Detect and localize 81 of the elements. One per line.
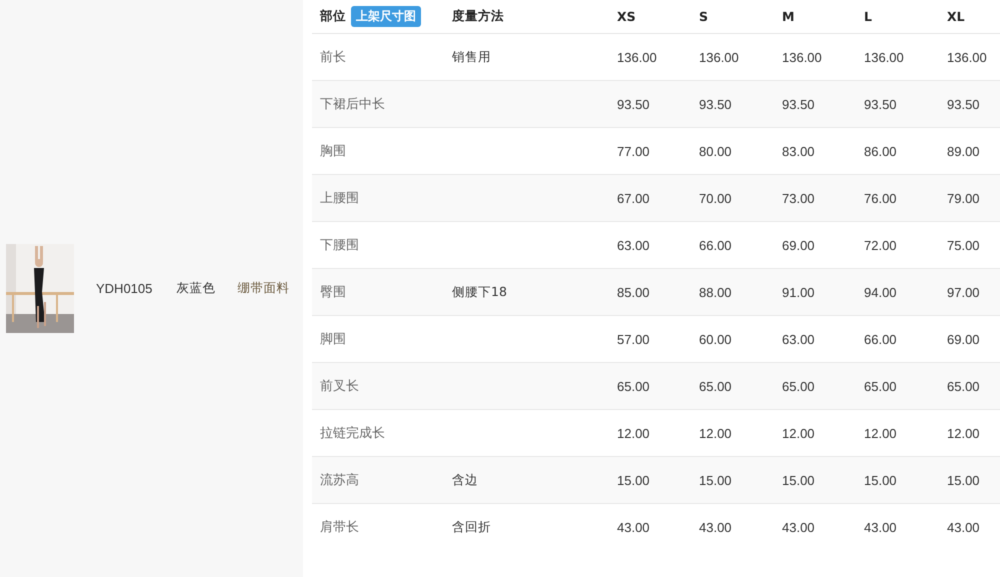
table-cell: 12.00 (864, 426, 897, 440)
table-cell: 136.00 (782, 50, 822, 64)
table-cell: 43.00 (864, 520, 897, 534)
table-cell: 136.00 (864, 50, 904, 64)
table-cell: 93.50 (947, 96, 980, 112)
table-cell: 12.00 (947, 426, 980, 440)
table-cell: 69.00 (947, 332, 980, 346)
product-code: YDH0105 (96, 281, 152, 296)
table-cell-text: 上腰围 (320, 190, 359, 207)
table-cell: 80.00 (699, 144, 732, 158)
table-cell: 12.00 (699, 426, 732, 440)
table-cell: 73.00 (782, 190, 815, 206)
table-cell: 65.00 (864, 378, 897, 394)
table-cell: 94.00 (864, 284, 897, 300)
table-cell: 43.00 (782, 520, 815, 534)
table-cell-text: 肩带长 (320, 519, 359, 536)
table-cell: 69.00 (782, 238, 815, 252)
table-cell: 15.00 (864, 472, 897, 488)
table-cell: 70.00 (699, 190, 732, 206)
table-cell-text: 拉链完成长 (320, 425, 385, 442)
table-cell: 93.50 (617, 96, 650, 112)
table-cell: 63.00 (782, 332, 815, 346)
table-cell: 65.00 (699, 378, 732, 394)
table-cell: 15.00 (617, 472, 650, 488)
table-cell: 66.00 (864, 332, 897, 346)
table-cell: 76.00 (864, 190, 897, 206)
table-cell: 侧腰下18 (452, 284, 507, 300)
table-cell: 60.00 (699, 332, 732, 346)
table-cell: 77.00 (617, 144, 650, 158)
table-cell: 含回折 (452, 518, 491, 536)
table-cell: 43.00 (617, 520, 650, 534)
table-cell: 12.00 (617, 426, 650, 440)
column-header: 部位 (320, 8, 346, 25)
table-cell: 83.00 (782, 144, 815, 158)
table-cell: 含边 (452, 472, 478, 488)
table-cell: 67.00 (617, 190, 650, 206)
fabric-name: 绷带面料 (237, 280, 290, 297)
column-header: XS (617, 9, 636, 24)
table-cell-text: 流苏高 (320, 472, 359, 489)
table-cell: 65.00 (617, 378, 650, 394)
table-cell-text: 下腰围 (320, 237, 359, 254)
table-cell: 136.00 (947, 50, 987, 64)
table-cell-text: 脚围 (320, 331, 346, 348)
table-cell-text: 臀围 (320, 284, 346, 301)
color-name: 灰蓝色 (176, 280, 216, 297)
table-cell: 136.00 (617, 50, 657, 64)
table-cell: 85.00 (617, 284, 650, 300)
table-cell: 72.00 (864, 238, 897, 252)
table-cell-text: 胸围 (320, 143, 346, 160)
column-header: M (782, 9, 794, 24)
table-cell-text: 下裙后中长 (320, 96, 385, 113)
table-cell-text: 前长 (320, 49, 346, 66)
table-cell: 15.00 (699, 472, 732, 488)
table-cell: 销售用 (452, 48, 491, 66)
table-cell: 57.00 (617, 332, 650, 346)
table-cell: 65.00 (782, 378, 815, 394)
table-cell-text: 前叉长 (320, 378, 359, 395)
table-cell: 65.00 (947, 378, 980, 394)
table-cell: 93.50 (782, 96, 815, 112)
table-cell: 75.00 (947, 238, 980, 252)
column-header: XL (947, 9, 965, 24)
table-cell: 79.00 (947, 190, 980, 206)
table-cell: 136.00 (699, 50, 739, 64)
table-cell: 43.00 (947, 520, 980, 534)
size-chart-badge[interactable]: 上架尺寸图 (351, 6, 421, 27)
table-cell: 63.00 (617, 238, 650, 252)
table-cell: 15.00 (947, 472, 980, 488)
column-header: S (699, 9, 708, 24)
table-cell: 93.50 (864, 96, 897, 112)
column-header: 度量方法 (452, 8, 504, 25)
table-cell: 93.50 (699, 96, 732, 112)
table-cell: 86.00 (864, 144, 897, 158)
table-cell: 12.00 (782, 426, 815, 440)
table-cell: 15.00 (782, 472, 815, 488)
table-cell: 91.00 (782, 284, 815, 300)
table-cell: 97.00 (947, 284, 980, 300)
table-cell: 89.00 (947, 144, 980, 158)
table-cell: 43.00 (699, 520, 732, 534)
column-header: L (864, 9, 872, 24)
table-cell: 88.00 (699, 284, 732, 300)
table-cell: 66.00 (699, 238, 732, 252)
